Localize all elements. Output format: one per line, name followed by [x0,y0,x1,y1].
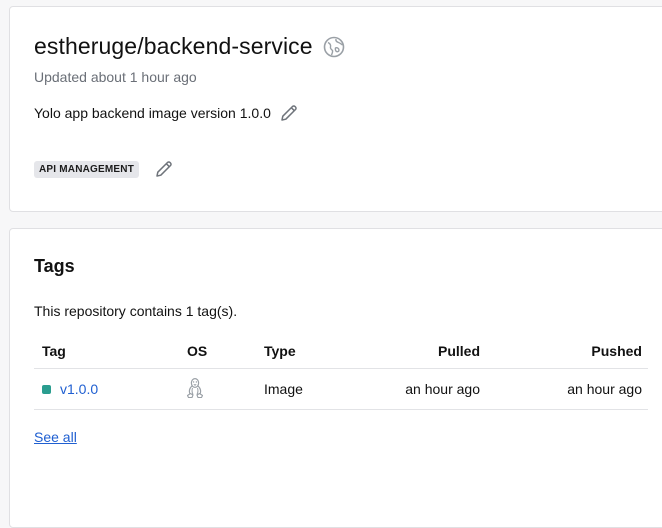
table-row: v1.0.0 Image an hour ago an hour ago [34,369,648,410]
edit-description-pencil-icon[interactable] [279,103,299,123]
column-header-pushed: Pushed [591,342,642,359]
tag-name: v1.0.0 [60,381,99,397]
tags-table-header: Tag OS Type Pulled Pushed [34,333,648,369]
pulled-cell: an hour ago [405,381,480,397]
type-cell: Image [264,381,303,397]
updated-timestamp: Updated about 1 hour ago [34,69,197,85]
repo-title: estheruge/backend-service [34,33,313,59]
repo-description: Yolo app backend image version 1.0.0 [34,105,271,121]
column-header-pulled: Pulled [437,342,480,359]
column-header-os: OS [187,342,208,359]
repo-title-row: estheruge/backend-service [34,33,345,60]
edit-category-pencil-icon[interactable] [154,159,174,179]
linux-icon [185,377,205,399]
column-header-type: Type [264,342,296,359]
tag-status-icon [42,384,51,394]
tags-table: Tag OS Type Pulled Pushed v1.0.0 Image a… [34,333,648,410]
category-badge: API MANAGEMENT [34,160,140,178]
see-all-tags-link[interactable]: See all [34,429,77,445]
category-row: API MANAGEMENT [34,159,174,179]
tags-card: Tags This repository contains 1 tag(s). … [9,228,662,528]
tag-link[interactable]: v1.0.0 [42,381,98,397]
column-header-tag: Tag [42,342,66,359]
tag-cell: v1.0.0 [42,381,98,397]
description-row: Yolo app backend image version 1.0.0 [34,103,299,123]
os-cell [185,377,205,402]
repo-overview-card: estheruge/backend-service Updated about … [9,6,662,212]
tags-section-title: Tags [34,256,75,276]
public-globe-icon [323,36,345,58]
pushed-cell: an hour ago [567,381,642,397]
tags-count-summary: This repository contains 1 tag(s). [34,303,238,319]
